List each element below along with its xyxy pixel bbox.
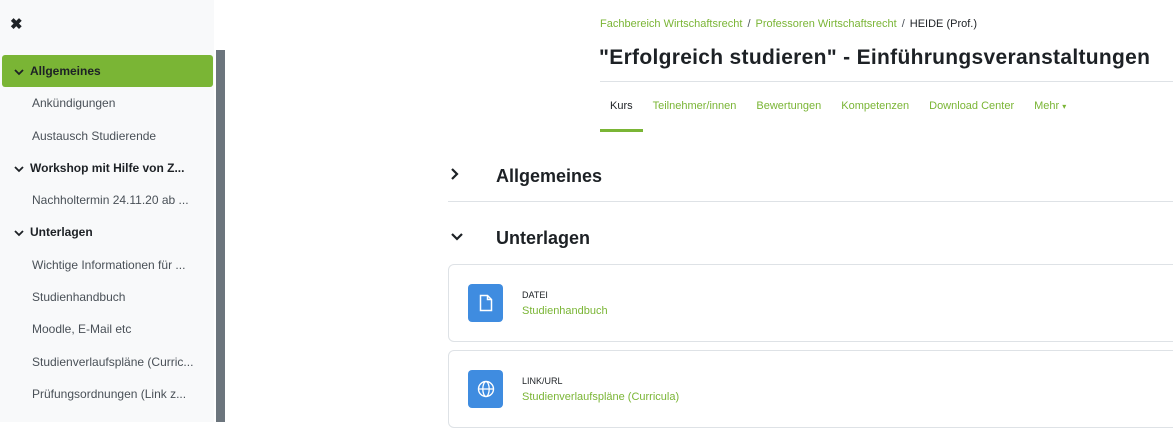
drawer-item-label: Austausch Studierende [32,128,157,143]
drawer-item-studienverlaufsplaene[interactable]: Studienverlaufspläne (Curric... [0,346,214,378]
tab-mehr-label: Mehr [1034,100,1060,112]
tab-bewertungen[interactable]: Bewertungen [746,87,831,129]
page-title: "Erfolgreich studieren" - Einführungsver… [599,46,1151,69]
drawer-item-label: Moodle, E-Mail etc [32,322,132,337]
tab-kurs[interactable]: Kurs [600,87,643,132]
close-icon[interactable]: ✖ [10,17,24,33]
course-index-drawer: ✖ Allgemeines Ankündigungen Austausch St… [0,0,214,422]
drawer-section-unterlagen[interactable]: Unterlagen [0,216,214,248]
file-icon[interactable] [468,284,503,322]
tab-kompetenzen[interactable]: Kompetenzen [831,87,919,129]
chevron-down-icon: ▾ [1062,102,1067,111]
chevron-down-icon[interactable] [450,229,496,247]
breadcrumb-link-fachbereich[interactable]: Fachbereich Wirtschaftsrecht [600,18,742,30]
activity-card-url: LINK/URL Studienverlaufspläne (Curricula… [448,350,1173,428]
section-divider [448,201,1173,202]
drawer-item-wichtige-informationen[interactable]: Wichtige Informationen für ... [0,249,214,281]
drawer-item-label: Studienhandbuch [32,290,126,305]
section-title[interactable]: Allgemeines [496,166,602,187]
drawer-item-label: Ankündigungen [32,96,116,111]
drawer-item-austausch-studierende[interactable]: Austausch Studierende [0,120,214,152]
activity-type: LINK/URL [522,376,563,386]
tab-mehr[interactable]: Mehr ▾ [1024,87,1076,129]
breadcrumb-current: HEIDE (Prof.) [909,18,978,30]
globe-icon[interactable] [468,370,503,408]
drawer-item-pruefungsordnungen[interactable]: Prüfungsordnungen (Link z... [0,378,214,410]
activity-link[interactable]: Studienhandbuch [522,305,608,317]
tab-teilnehmer[interactable]: Teilnehmer/innen [643,87,747,129]
breadcrumb-separator: / [747,18,751,30]
activity-link[interactable]: Studienverlaufspläne (Curricula) [522,391,679,403]
drawer-item-label: Studienverlaufspläne (Curric... [32,354,194,369]
title-divider [600,81,1173,82]
chevron-down-icon [14,229,26,237]
breadcrumb-link-professoren[interactable]: Professoren Wirtschaftsrecht [756,18,897,30]
drawer-item-studienhandbuch[interactable]: Studienhandbuch [0,281,214,313]
course-tabs: Kurs Teilnehmer/innen Bewertungen Kompet… [600,87,1076,132]
section-header-unterlagen: Unterlagen [450,223,590,253]
section-header-allgemeines: Allgemeines [450,161,602,191]
drawer-item-label: Allgemeines [30,64,101,78]
chevron-right-icon[interactable] [450,167,496,186]
drawer-item-label: Nachholtermin 24.11.20 ab ... [32,193,189,208]
drawer-item-label: Workshop mit Hilfe von Z... [30,160,185,175]
drawer-section-workshop[interactable]: Workshop mit Hilfe von Z... [0,152,214,184]
drawer-item-label: Unterlagen [30,225,93,240]
drawer-item-ankuendigungen[interactable]: Ankündigungen [0,87,214,119]
course-index-list: Allgemeines Ankündigungen Austausch Stud… [0,55,214,410]
breadcrumb: Fachbereich Wirtschaftsrecht / Professoren… [600,18,977,30]
section-title[interactable]: Unterlagen [496,228,590,249]
activity-type: DATEI [522,290,548,300]
drawer-item-label: Prüfungsordnungen (Link z... [32,386,187,401]
drawer-section-allgemeines[interactable]: Allgemeines [2,55,213,88]
drawer-scrollbar[interactable] [216,50,225,422]
activity-card-file: DATEI Studienhandbuch [448,264,1173,342]
tab-download-center[interactable]: Download Center [919,87,1024,129]
chevron-down-icon [14,68,26,76]
drawer-item-label: Wichtige Informationen für ... [32,257,186,272]
drawer-item-nachholtermin[interactable]: Nachholtermin 24.11.20 ab ... [0,184,214,216]
breadcrumb-separator: / [901,18,905,30]
chevron-down-icon [14,165,26,173]
drawer-item-moodle-email[interactable]: Moodle, E-Mail etc [0,313,214,345]
